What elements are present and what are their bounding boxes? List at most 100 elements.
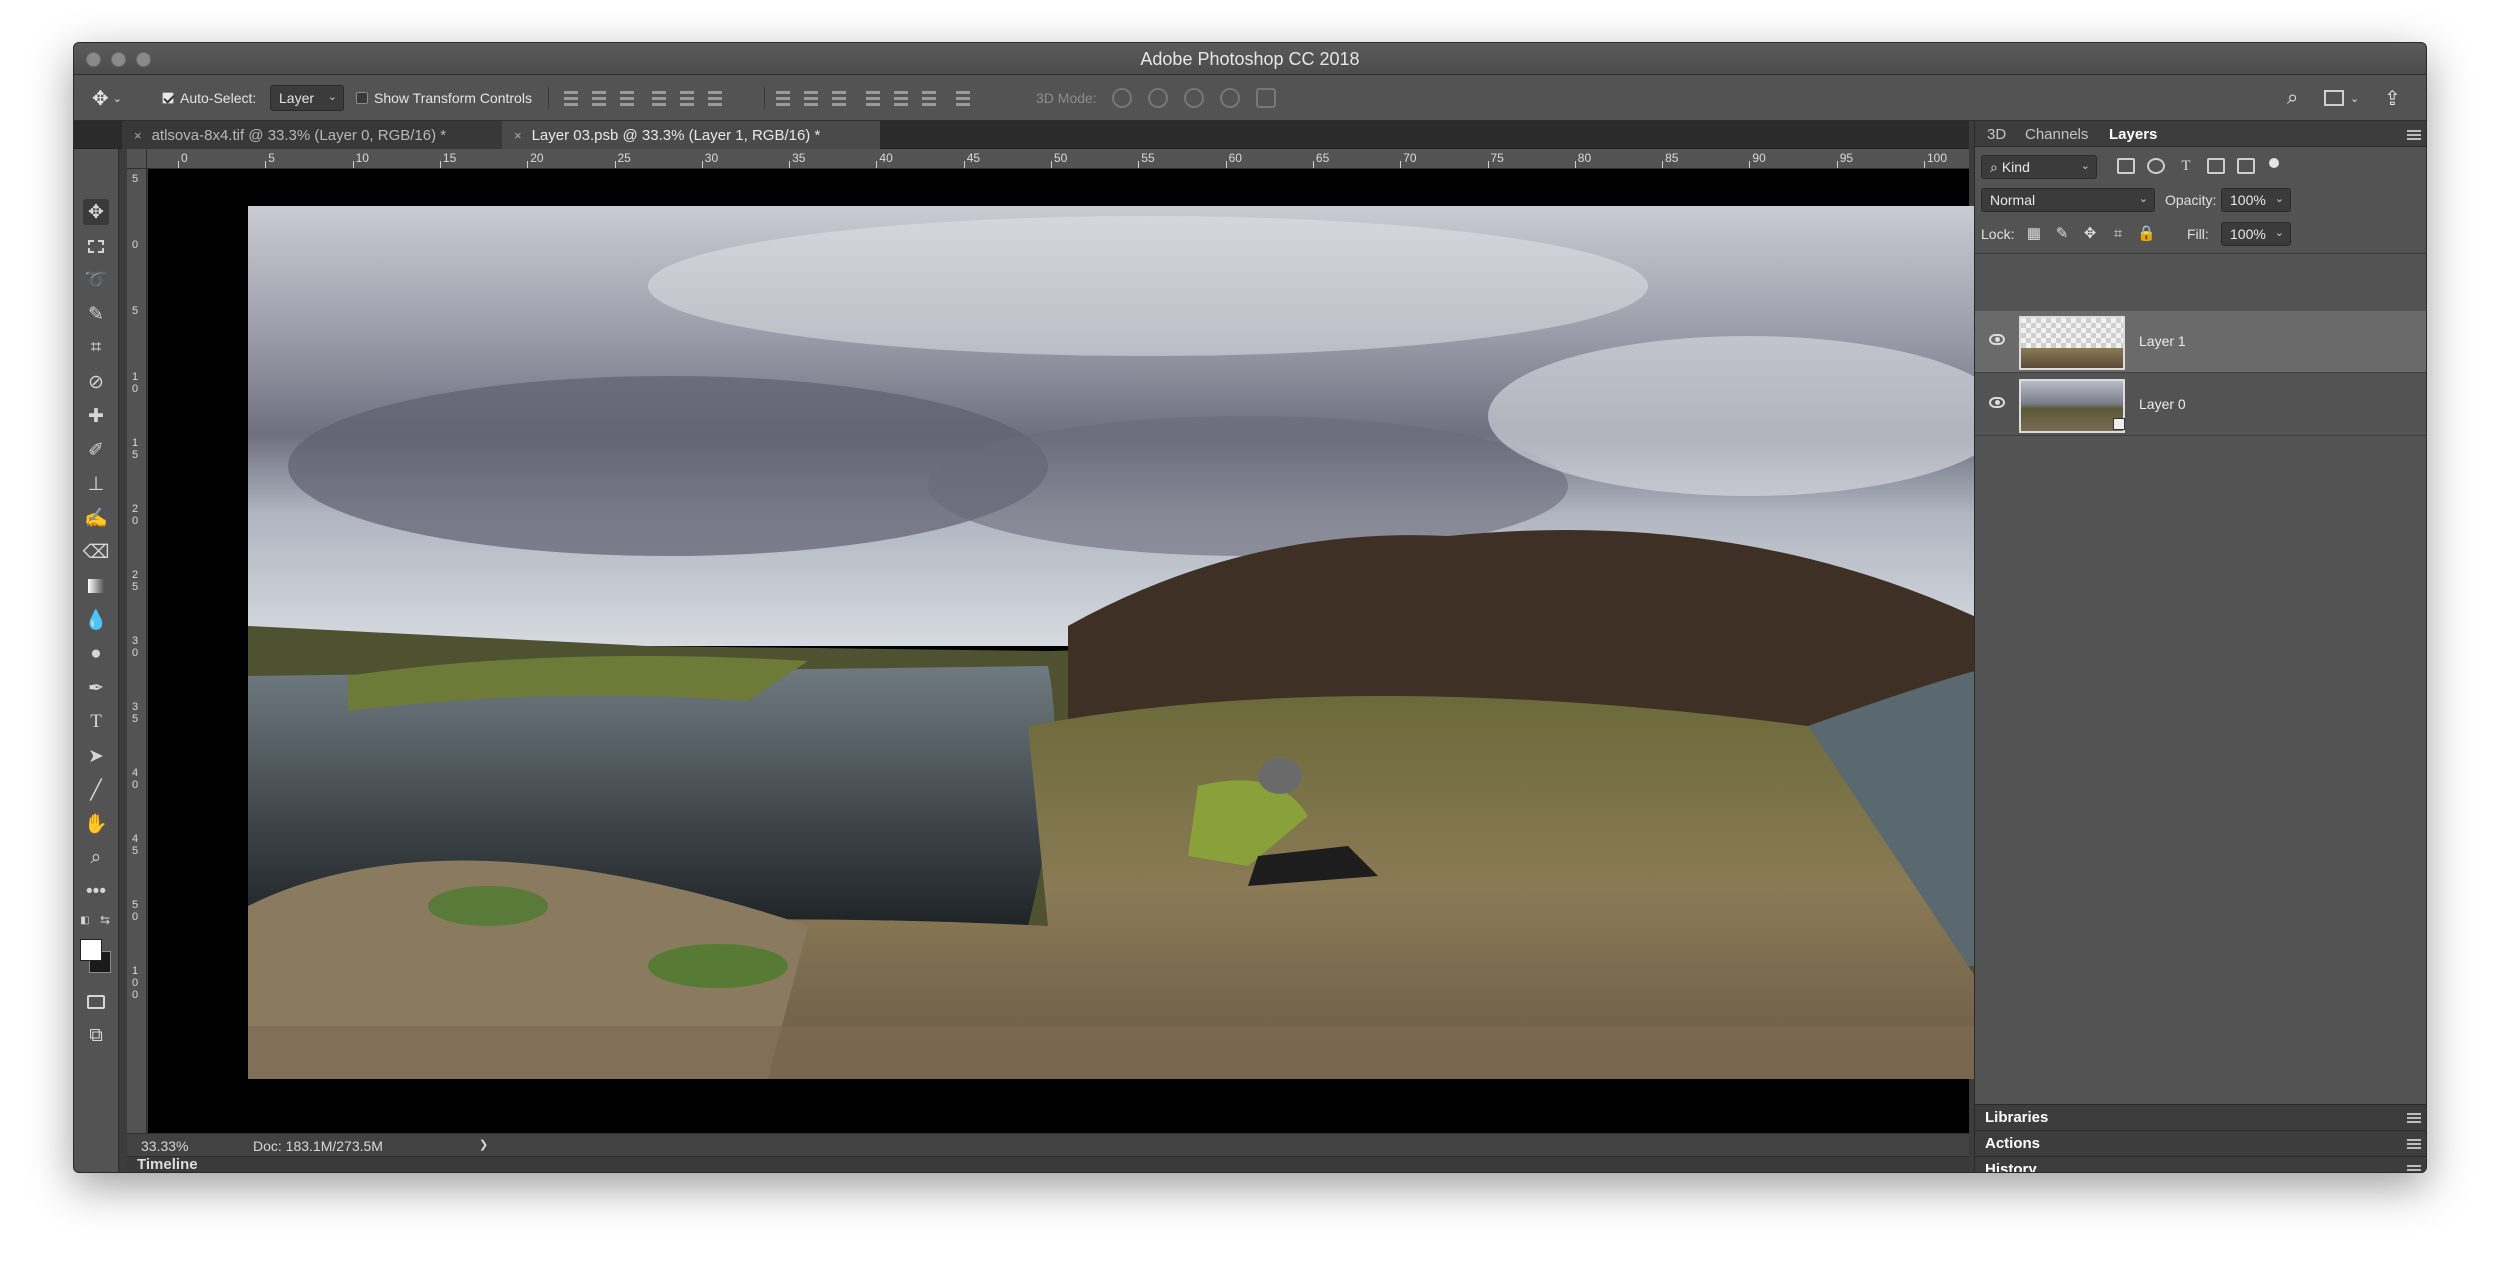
tab-layers[interactable]: Layers — [2109, 121, 2157, 147]
history-panel-header[interactable]: History — [1975, 1156, 2426, 1172]
panel-menu-icon[interactable] — [2407, 1139, 2421, 1149]
ruler-origin[interactable] — [127, 149, 147, 169]
actions-panel-header[interactable]: Actions — [1975, 1130, 2426, 1156]
lock-position-icon[interactable]: ✥ — [2081, 225, 2099, 243]
move-tool-preset-icon[interactable]: ✥ ⌄ — [92, 75, 122, 121]
distribute-center-icon[interactable] — [802, 89, 820, 107]
type-tool-icon[interactable]: T — [83, 709, 109, 735]
gradient-icon[interactable] — [83, 573, 109, 599]
filter-shape-icon[interactable] — [2207, 158, 2225, 174]
crop-icon[interactable]: ⌗ — [83, 335, 109, 361]
align-left-icon[interactable] — [650, 89, 668, 107]
drag-3d-icon[interactable] — [1184, 88, 1204, 108]
lock-image-pixels-icon[interactable]: ✎ — [2053, 225, 2071, 243]
move-tool-icon[interactable]: ✥ — [83, 199, 109, 225]
more-tools-icon[interactable]: ••• — [83, 879, 109, 905]
layer-row-layer-1[interactable]: Layer 1 — [1975, 311, 2426, 373]
tab-layer03[interactable]: × Layer 03.psb @ 33.3% (Layer 1, RGB/16)… — [502, 121, 880, 149]
panel-menu-icon[interactable] — [2407, 130, 2421, 140]
timeline-panel-bar[interactable]: Timeline — [127, 1156, 1969, 1172]
tab-channels[interactable]: Channels — [2025, 121, 2088, 147]
eraser-icon[interactable]: ⌫ — [83, 539, 110, 565]
align-horizontal-center-icon[interactable] — [678, 89, 696, 107]
panel-menu-icon[interactable] — [2407, 1165, 2421, 1172]
auto-select-target-dropdown[interactable]: Layer ⌄ — [270, 85, 344, 111]
align-top-icon[interactable] — [562, 89, 580, 107]
layer-1-name[interactable]: Layer 1 — [2139, 333, 2186, 349]
ruler-label: 25 — [617, 151, 631, 165]
ruler-label: 1 0 — [132, 371, 139, 395]
blend-mode-dropdown[interactable]: Normal ⌄ — [1981, 188, 2155, 212]
visibility-eye-icon[interactable] — [1989, 397, 2005, 408]
align-bottom-icon[interactable] — [618, 89, 636, 107]
dodge-icon[interactable]: ● — [83, 641, 109, 667]
lock-all-icon[interactable]: 🔒 — [2137, 225, 2156, 243]
distribute-bottom-icon[interactable] — [830, 89, 848, 107]
rectangular-marquee-icon[interactable] — [83, 233, 109, 259]
brush-icon[interactable]: ✐ — [83, 437, 109, 463]
zoom-level[interactable]: 33.33% — [141, 1138, 188, 1154]
search-icon[interactable]: ⌕ — [2287, 75, 2298, 121]
layer-0-name[interactable]: Layer 0 — [2139, 396, 2186, 412]
pen-icon[interactable]: ✒ — [83, 675, 109, 701]
screen-mode-icon[interactable]: ⧉ — [83, 1023, 109, 1049]
zoom-icon[interactable]: ⌕ — [83, 845, 109, 871]
libraries-panel-header[interactable]: Libraries — [1975, 1104, 2426, 1130]
close-tab-icon[interactable]: × — [514, 128, 522, 143]
horizontal-ruler[interactable]: 0 5 10 15 20 25 30 35 40 45 50 55 60 65 70 75 80 85 90 95 10… — [147, 149, 1969, 169]
visibility-eye-icon[interactable] — [1989, 334, 2005, 345]
panel-menu-icon[interactable] — [2407, 1113, 2421, 1123]
lasso-icon[interactable]: ➰ — [83, 267, 109, 293]
close-tab-icon[interactable]: × — [134, 128, 142, 143]
ruler-label: 30 — [704, 151, 719, 165]
healing-brush-icon[interactable]: ✚ — [83, 403, 109, 429]
status-menu-arrow[interactable]: ❯ — [479, 1138, 488, 1151]
distribute-top-icon[interactable] — [774, 89, 792, 107]
blur-icon[interactable]: 💧 — [83, 607, 109, 633]
filter-type-icon[interactable]: T — [2177, 157, 2195, 175]
ruler-label: 75 — [1490, 151, 1504, 165]
tab-3d[interactable]: 3D — [1987, 121, 2006, 147]
vertical-ruler[interactable]: 5 0 5 1 0 1 5 2 0 2 5 3 0 3 5 4 0 4 5 5 0 1 0 0 — [127, 169, 147, 1133]
show-transform-controls-checkbox[interactable]: Show Transform Controls — [356, 75, 532, 121]
filter-toggle-icon[interactable] — [2269, 158, 2279, 168]
share-icon[interactable]: ⇪ — [2384, 75, 2401, 121]
fill-input[interactable]: 100% ⌄ — [2221, 222, 2291, 246]
scale-3d-icon[interactable] — [1256, 88, 1276, 108]
filter-pixel-icon[interactable] — [2117, 158, 2135, 174]
slide-3d-icon[interactable] — [1220, 88, 1240, 108]
roll-3d-icon[interactable] — [1148, 88, 1168, 108]
workspace-switcher[interactable]: ⌄ — [2324, 75, 2359, 121]
tab-atlsova[interactable]: × atlsova-8x4.tif @ 33.3% (Layer 0, RGB/… — [122, 121, 502, 149]
auto-align-layers-icon[interactable] — [954, 89, 972, 107]
document-canvas[interactable] — [148, 169, 1995, 1133]
layer-row-layer-0[interactable]: Layer 0 — [1975, 374, 2426, 436]
orbit-3d-icon[interactable] — [1112, 88, 1132, 108]
opacity-input[interactable]: 100% ⌄ — [2221, 188, 2291, 212]
auto-select-checkbox[interactable]: Auto-Select: — [162, 75, 256, 121]
distribute-right-icon[interactable] — [920, 89, 938, 107]
line-tool-icon[interactable]: ╱ — [83, 777, 109, 803]
search-icon: ⌕ — [1990, 158, 1998, 175]
lock-transparent-pixels-icon[interactable]: ▦ — [2025, 225, 2043, 243]
default-colors-icon[interactable]: ◧ — [78, 913, 92, 927]
lock-artboard-icon[interactable]: ⌗ — [2109, 225, 2127, 243]
quick-mask-icon[interactable] — [83, 989, 109, 1015]
ruler-label: 65 — [1315, 151, 1330, 165]
filter-adjustment-icon[interactable] — [2147, 158, 2165, 174]
align-right-icon[interactable] — [706, 89, 724, 107]
hand-icon[interactable]: ✋ — [83, 811, 109, 837]
path-selection-icon[interactable]: ➤ — [83, 743, 109, 769]
filter-smart-object-icon[interactable] — [2237, 158, 2255, 174]
align-vertical-center-icon[interactable] — [590, 89, 608, 107]
ruler-tick — [1924, 161, 1925, 168]
distribute-left-icon[interactable] — [864, 89, 882, 107]
history-brush-icon[interactable]: ✍ — [83, 505, 109, 531]
distribute-hcenter-icon[interactable] — [892, 89, 910, 107]
clone-stamp-icon[interactable]: ⊥ — [83, 471, 109, 497]
swap-colors-icon[interactable]: ⇆ — [98, 913, 112, 927]
filter-kind-dropdown[interactable]: ⌕ Kind ⌄ — [1981, 155, 2097, 179]
quick-selection-icon[interactable]: ✎ — [83, 301, 109, 327]
foreground-color-swatch[interactable] — [80, 939, 102, 961]
eyedropper-icon[interactable]: ⊘ — [83, 369, 109, 395]
